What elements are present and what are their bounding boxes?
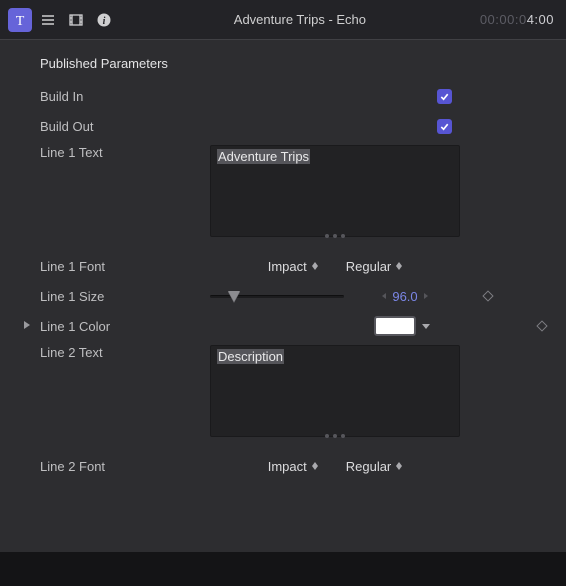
line2-text-value: Description [217,349,284,364]
label-line1-font: Line 1 Font [40,259,190,274]
section-title: Published Parameters [16,54,550,81]
line2-font-family-value: Impact [268,459,307,474]
keyframe-button[interactable] [482,290,493,301]
caret-left-icon[interactable] [382,293,386,299]
color-popup-icon[interactable] [422,324,430,329]
row-line2-font: Line 2 Font Impact Regular [16,451,550,481]
inspector-header: T i Adventure Trips - Echo 00:00:04:00 [0,0,566,40]
keyframe-button[interactable] [536,320,547,331]
stepper-icon [396,262,402,270]
colorwell-line1-color[interactable] [374,316,416,336]
checkbox-build-in[interactable] [437,89,452,104]
tab-text[interactable]: T [8,8,32,32]
timecode-hours: 00:00:0 [480,12,527,27]
svg-text:T: T [16,14,25,28]
row-line1-font: Line 1 Font Impact Regular [16,251,550,281]
timecode[interactable]: 00:00:04:00 [480,12,554,27]
label-line2-text: Line 2 Text [40,345,190,360]
footer-bar [0,552,566,586]
row-build-out: Build Out [16,111,550,141]
stepper-icon [396,462,402,470]
line1-font-style-value: Regular [346,259,392,274]
svg-text:i: i [103,16,106,27]
label-line1-size: Line 1 Size [40,289,190,304]
inspector-tabs: T i [8,8,120,32]
select-line2-font-family[interactable]: Impact [268,459,318,474]
disclosure-triangle-icon[interactable] [24,321,30,329]
row-line1-size: Line 1 Size 96.0 [16,281,550,311]
label-line2-font: Line 2 Font [40,459,190,474]
row-line2-text: Line 2 Text Description [16,341,550,437]
inspector-title: Adventure Trips - Echo [120,12,480,27]
resize-handle-icon[interactable] [325,434,345,438]
line1-size-number: 96.0 [392,289,417,304]
slider-thumb-icon[interactable] [228,291,240,302]
label-build-in: Build In [40,89,190,104]
resize-handle-icon[interactable] [325,234,345,238]
slider-line1-size[interactable] [210,295,344,298]
caret-right-icon[interactable] [424,293,428,299]
label-line1-color: Line 1 Color [40,319,190,334]
tab-list[interactable] [36,8,60,32]
line1-font-family-value: Impact [268,259,307,274]
line1-text-value: Adventure Trips [217,149,310,164]
timecode-seconds: 4:00 [527,12,554,27]
stepper-icon [312,462,318,470]
textarea-line2-text[interactable]: Description [210,345,460,437]
select-line2-font-style[interactable]: Regular [346,459,403,474]
select-line1-font-style[interactable]: Regular [346,259,403,274]
stepper-icon [312,262,318,270]
textarea-line1-text[interactable]: Adventure Trips [210,145,460,237]
tab-filmstrip[interactable] [64,8,88,32]
row-line1-color: Line 1 Color [16,311,550,341]
label-line1-color-text: Line 1 Color [40,319,110,334]
published-parameters-panel: Published Parameters Build In Build Out … [0,40,566,552]
label-line1-text: Line 1 Text [40,145,190,160]
tab-info[interactable]: i [92,8,116,32]
row-build-in: Build In [16,81,550,111]
label-build-out: Build Out [40,119,190,134]
line2-font-style-value: Regular [346,459,392,474]
row-line1-text: Line 1 Text Adventure Trips [16,141,550,237]
select-line1-font-family[interactable]: Impact [268,259,318,274]
checkbox-build-out[interactable] [437,119,452,134]
value-line1-size[interactable]: 96.0 [360,289,450,304]
